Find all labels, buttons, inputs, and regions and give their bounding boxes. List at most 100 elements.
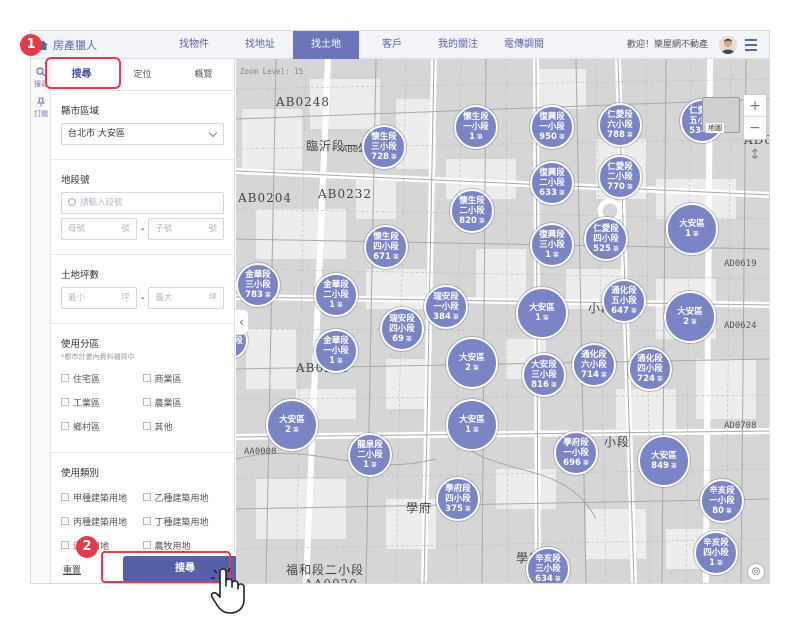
cluster-name: 一小段 xyxy=(463,121,489,132)
checkbox-box[interactable] xyxy=(142,422,151,430)
map-cluster-marker[interactable]: 大安區 1 筆 xyxy=(446,399,498,451)
reset-button[interactable]: 重置 xyxy=(63,563,81,576)
nav-tab-3[interactable]: 客戶 xyxy=(359,31,425,59)
mother-number-input[interactable]: 母號 號 xyxy=(61,218,137,240)
map-cluster-marker[interactable]: 復興段 一小段 950 筆 xyxy=(530,105,574,149)
map-cluster-marker[interactable]: 復興段 三小段 1 筆 xyxy=(530,223,574,267)
map-cluster-marker[interactable]: 金華段 二小段 1 筆 xyxy=(314,273,358,317)
map-cluster-marker[interactable]: 大安區 1 筆 xyxy=(666,203,718,255)
map-cluster-marker[interactable]: 仁愛段 六小段 788 筆 xyxy=(598,103,642,147)
layer-label[interactable]: 地圖 xyxy=(706,123,724,133)
zoning-checkbox-1[interactable]: 商業區 xyxy=(142,366,225,390)
zoning-checkbox-4[interactable]: 鄉村區 xyxy=(61,414,143,438)
map-cluster-marker[interactable]: 仁愛段 二小段 770 筆 xyxy=(598,155,642,199)
cluster-count: 1 筆 xyxy=(535,312,549,323)
checkbox-box[interactable] xyxy=(61,398,69,406)
map-view[interactable]: Zoom Level: 15 AB0248 AB0231 臨沂段一小段 AB0232 A… xyxy=(236,59,769,583)
map-cluster-marker[interactable]: 學府段 一小段 696 筆 xyxy=(554,431,598,475)
map-cluster-marker[interactable]: 通化段 五小段 647 筆 xyxy=(602,279,646,323)
map-cluster-marker[interactable]: 金華段 三小段 783 筆 xyxy=(236,263,280,307)
cluster-count: 1 筆 xyxy=(685,228,699,239)
zoning-checkbox-2[interactable]: 工業區 xyxy=(61,390,143,414)
zoning-checkbox-3[interactable]: 農業區 xyxy=(142,390,225,414)
checkbox-box[interactable] xyxy=(142,374,151,382)
hand-cursor-icon xyxy=(210,567,245,614)
cluster-count: 1 筆 xyxy=(709,557,723,568)
map-cluster-marker[interactable]: 金華段 一小段 1 筆 xyxy=(314,329,358,373)
region-select[interactable]: 台北市 大安區 xyxy=(61,123,224,145)
cluster-name: 三小段 xyxy=(539,239,565,250)
cluster-name: 二小段 xyxy=(539,177,565,188)
cluster-name: 五小段 xyxy=(611,295,637,306)
area-min-input[interactable]: 最小 坪 xyxy=(61,287,137,309)
checkbox-box[interactable] xyxy=(61,541,69,549)
map-cluster-marker[interactable]: 辛亥段 一小段 80 筆 xyxy=(700,479,744,523)
checkbox-box[interactable] xyxy=(142,398,151,406)
locate-icon[interactable]: ◎ xyxy=(747,563,765,581)
checkbox-box[interactable] xyxy=(61,374,69,382)
zoning-checkbox-0[interactable]: 住宅區 xyxy=(61,366,143,390)
map-cluster-marker[interactable]: 仁愛段 四小段 525 筆 xyxy=(584,217,628,261)
rail-subscribe[interactable]: 訂閱 xyxy=(31,97,51,119)
map-cluster-marker[interactable]: 大安區 2 筆 xyxy=(266,399,318,451)
landuse-checkbox-0[interactable]: 甲種建築用地 xyxy=(61,485,143,509)
nav-tab-5[interactable]: 電傳調閱 xyxy=(491,31,557,59)
map-cluster-marker[interactable]: 懷生段 四小段 671 筆 xyxy=(364,225,408,269)
map-label: 學府 xyxy=(406,501,433,515)
collapse-panel-button[interactable]: ‹ xyxy=(235,309,249,335)
landuse-checkbox-3[interactable]: 丁種建築用地 xyxy=(142,509,225,533)
cluster-name: 四小段 xyxy=(637,363,663,374)
map-cluster-marker[interactable]: 通化段 六小段 714 筆 xyxy=(572,343,616,387)
zoom-in-button[interactable]: + xyxy=(744,95,766,117)
map-cluster-marker[interactable]: 大安區 849 筆 xyxy=(638,435,690,487)
cluster-count: 728 筆 xyxy=(371,151,397,162)
map-label: AB0204 xyxy=(238,191,293,205)
map-cluster-marker[interactable]: 大安段 三小段 816 筆 xyxy=(522,353,566,397)
checkbox-box[interactable] xyxy=(142,517,151,525)
map-cluster-marker[interactable]: 辛亥段 三小段 634 筆 xyxy=(526,547,570,583)
checkbox-box[interactable] xyxy=(61,422,69,430)
region-value: 台北市 大安區 xyxy=(68,129,125,139)
checkbox-box[interactable] xyxy=(61,493,69,501)
map-cluster-marker[interactable]: 瑞安段 四小段 69 筆 xyxy=(380,307,424,351)
checkbox-box[interactable] xyxy=(142,493,151,501)
nav-tab-1[interactable]: 找地址 xyxy=(227,31,293,59)
tab-locate[interactable]: 定位 xyxy=(112,59,173,90)
map-cluster-marker[interactable]: 通化段 四小段 724 筆 xyxy=(628,347,672,391)
checkbox-box[interactable] xyxy=(61,517,69,525)
map-cluster-marker[interactable]: 懷生段 二小段 820 筆 xyxy=(450,189,494,233)
cluster-name: 辛亥段 xyxy=(703,537,729,548)
nav-tab-2[interactable]: 找土地 xyxy=(293,31,359,59)
rotate-icon[interactable]: ↕ xyxy=(749,147,761,163)
map-cluster-marker[interactable]: 懷生段 三小段 728 筆 xyxy=(362,125,406,169)
map-cluster-marker[interactable]: 復興段 二小段 633 筆 xyxy=(530,161,574,205)
zoom-out-button[interactable]: − xyxy=(744,117,766,139)
map-cluster-marker[interactable]: 瑞安段 一小段 384 筆 xyxy=(424,285,468,329)
landuse-checkbox-1[interactable]: 乙種建築用地 xyxy=(142,485,225,509)
map-cluster-marker[interactable]: 懷生段 一小段 1 筆 xyxy=(454,105,498,149)
map-cluster-marker[interactable]: 辛亥段 四小段 1 筆 xyxy=(694,531,738,575)
nav-tab-4[interactable]: 我的關注 xyxy=(425,31,491,59)
tab-overview[interactable]: 概覽 xyxy=(173,59,234,90)
cluster-name: 金華段 xyxy=(323,335,349,346)
map-cluster-marker[interactable]: 大安區 1 筆 xyxy=(516,287,568,339)
logo[interactable]: 房產獵人 xyxy=(37,37,97,53)
zoom-level-text: Zoom Level: 15 xyxy=(240,67,304,76)
checkbox-box[interactable] xyxy=(142,541,151,549)
cluster-name: 一小段 xyxy=(539,121,565,132)
cluster-name: 一小段 xyxy=(709,495,735,506)
section-search-input[interactable]: 請輸入段號 xyxy=(61,192,224,214)
search-icon xyxy=(68,198,76,206)
nav-tab-0[interactable]: 找物件 xyxy=(161,31,227,59)
area-max-input[interactable]: 最大 坪 xyxy=(148,287,225,309)
map-cluster-marker[interactable]: 學府段 四小段 375 筆 xyxy=(436,477,480,521)
child-number-input[interactable]: 子號 號 xyxy=(148,218,225,240)
map-cluster-marker[interactable]: 大安區 2 筆 xyxy=(664,291,716,343)
avatar[interactable] xyxy=(719,36,737,54)
landuse-checkbox-2[interactable]: 丙種建築用地 xyxy=(61,509,143,533)
zoning-checkbox-5[interactable]: 其他 xyxy=(142,414,225,438)
menu-icon[interactable] xyxy=(745,39,757,51)
map-cluster-marker[interactable]: 龍泉段 二小段 1 筆 xyxy=(348,433,392,477)
map-cluster-marker[interactable]: 大安區 2 筆 xyxy=(446,337,498,389)
cluster-name: 通化段 xyxy=(637,353,663,364)
